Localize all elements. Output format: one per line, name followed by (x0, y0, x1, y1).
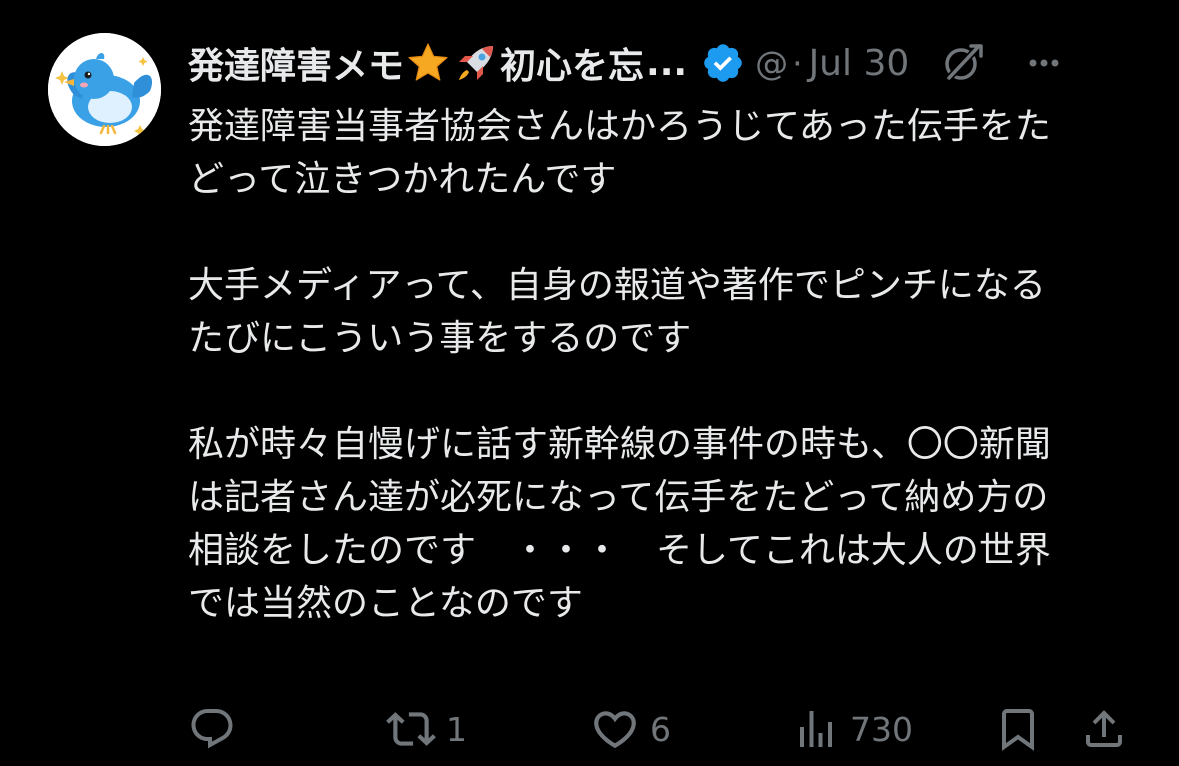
avatar[interactable] (48, 33, 161, 146)
tweet-body: 発達障害当事者協会さんはかろうじてあった伝手をた どって泣きつかれたんです 大手… (188, 106, 1051, 624)
bird-avatar-icon (48, 33, 161, 146)
display-name-text: 発達障害メモ (188, 46, 405, 87)
separator-dot: · (792, 43, 803, 83)
views-button[interactable]: 730 (792, 704, 913, 754)
display-name-ellipsis: ... (646, 42, 688, 84)
rocket-emoji-icon (459, 46, 494, 80)
reply-button[interactable] (188, 704, 246, 754)
like-button[interactable]: 6 (590, 704, 671, 754)
display-name[interactable]: 発達障害メモ 初心を忘 ... (188, 37, 687, 89)
tweet-date[interactable]: Jul 30 (809, 43, 910, 84)
repost-button[interactable]: 1 (386, 704, 467, 754)
views-icon (800, 711, 832, 747)
views-count: 730 (850, 709, 913, 749)
like-icon (594, 711, 636, 749)
more-icon[interactable] (1021, 40, 1067, 86)
repost-icon (386, 712, 436, 746)
display-name-suffix: 初心を忘 (500, 46, 645, 87)
star-emoji-icon (408, 43, 448, 81)
repost-count: 1 (446, 709, 467, 749)
handle[interactable]: @ (755, 44, 788, 83)
action-bar: 1 6 730 (188, 704, 1138, 758)
like-count: 6 (650, 709, 671, 749)
bookmark-icon (1002, 709, 1034, 751)
bookmark-button[interactable] (994, 704, 1042, 754)
share-button[interactable] (1080, 704, 1128, 754)
tweet-header: 発達障害メモ 初心を忘 ... @ · Jul 30 (188, 36, 1168, 90)
share-icon (1086, 710, 1122, 747)
tweet[interactable]: 発達障害メモ 初心を忘 ... @ · Jul 30 発達障害当事者協会さんはか… (0, 0, 1179, 766)
verified-badge-icon[interactable] (701, 41, 745, 85)
grok-icon[interactable] (937, 38, 987, 88)
reply-icon (191, 709, 233, 749)
